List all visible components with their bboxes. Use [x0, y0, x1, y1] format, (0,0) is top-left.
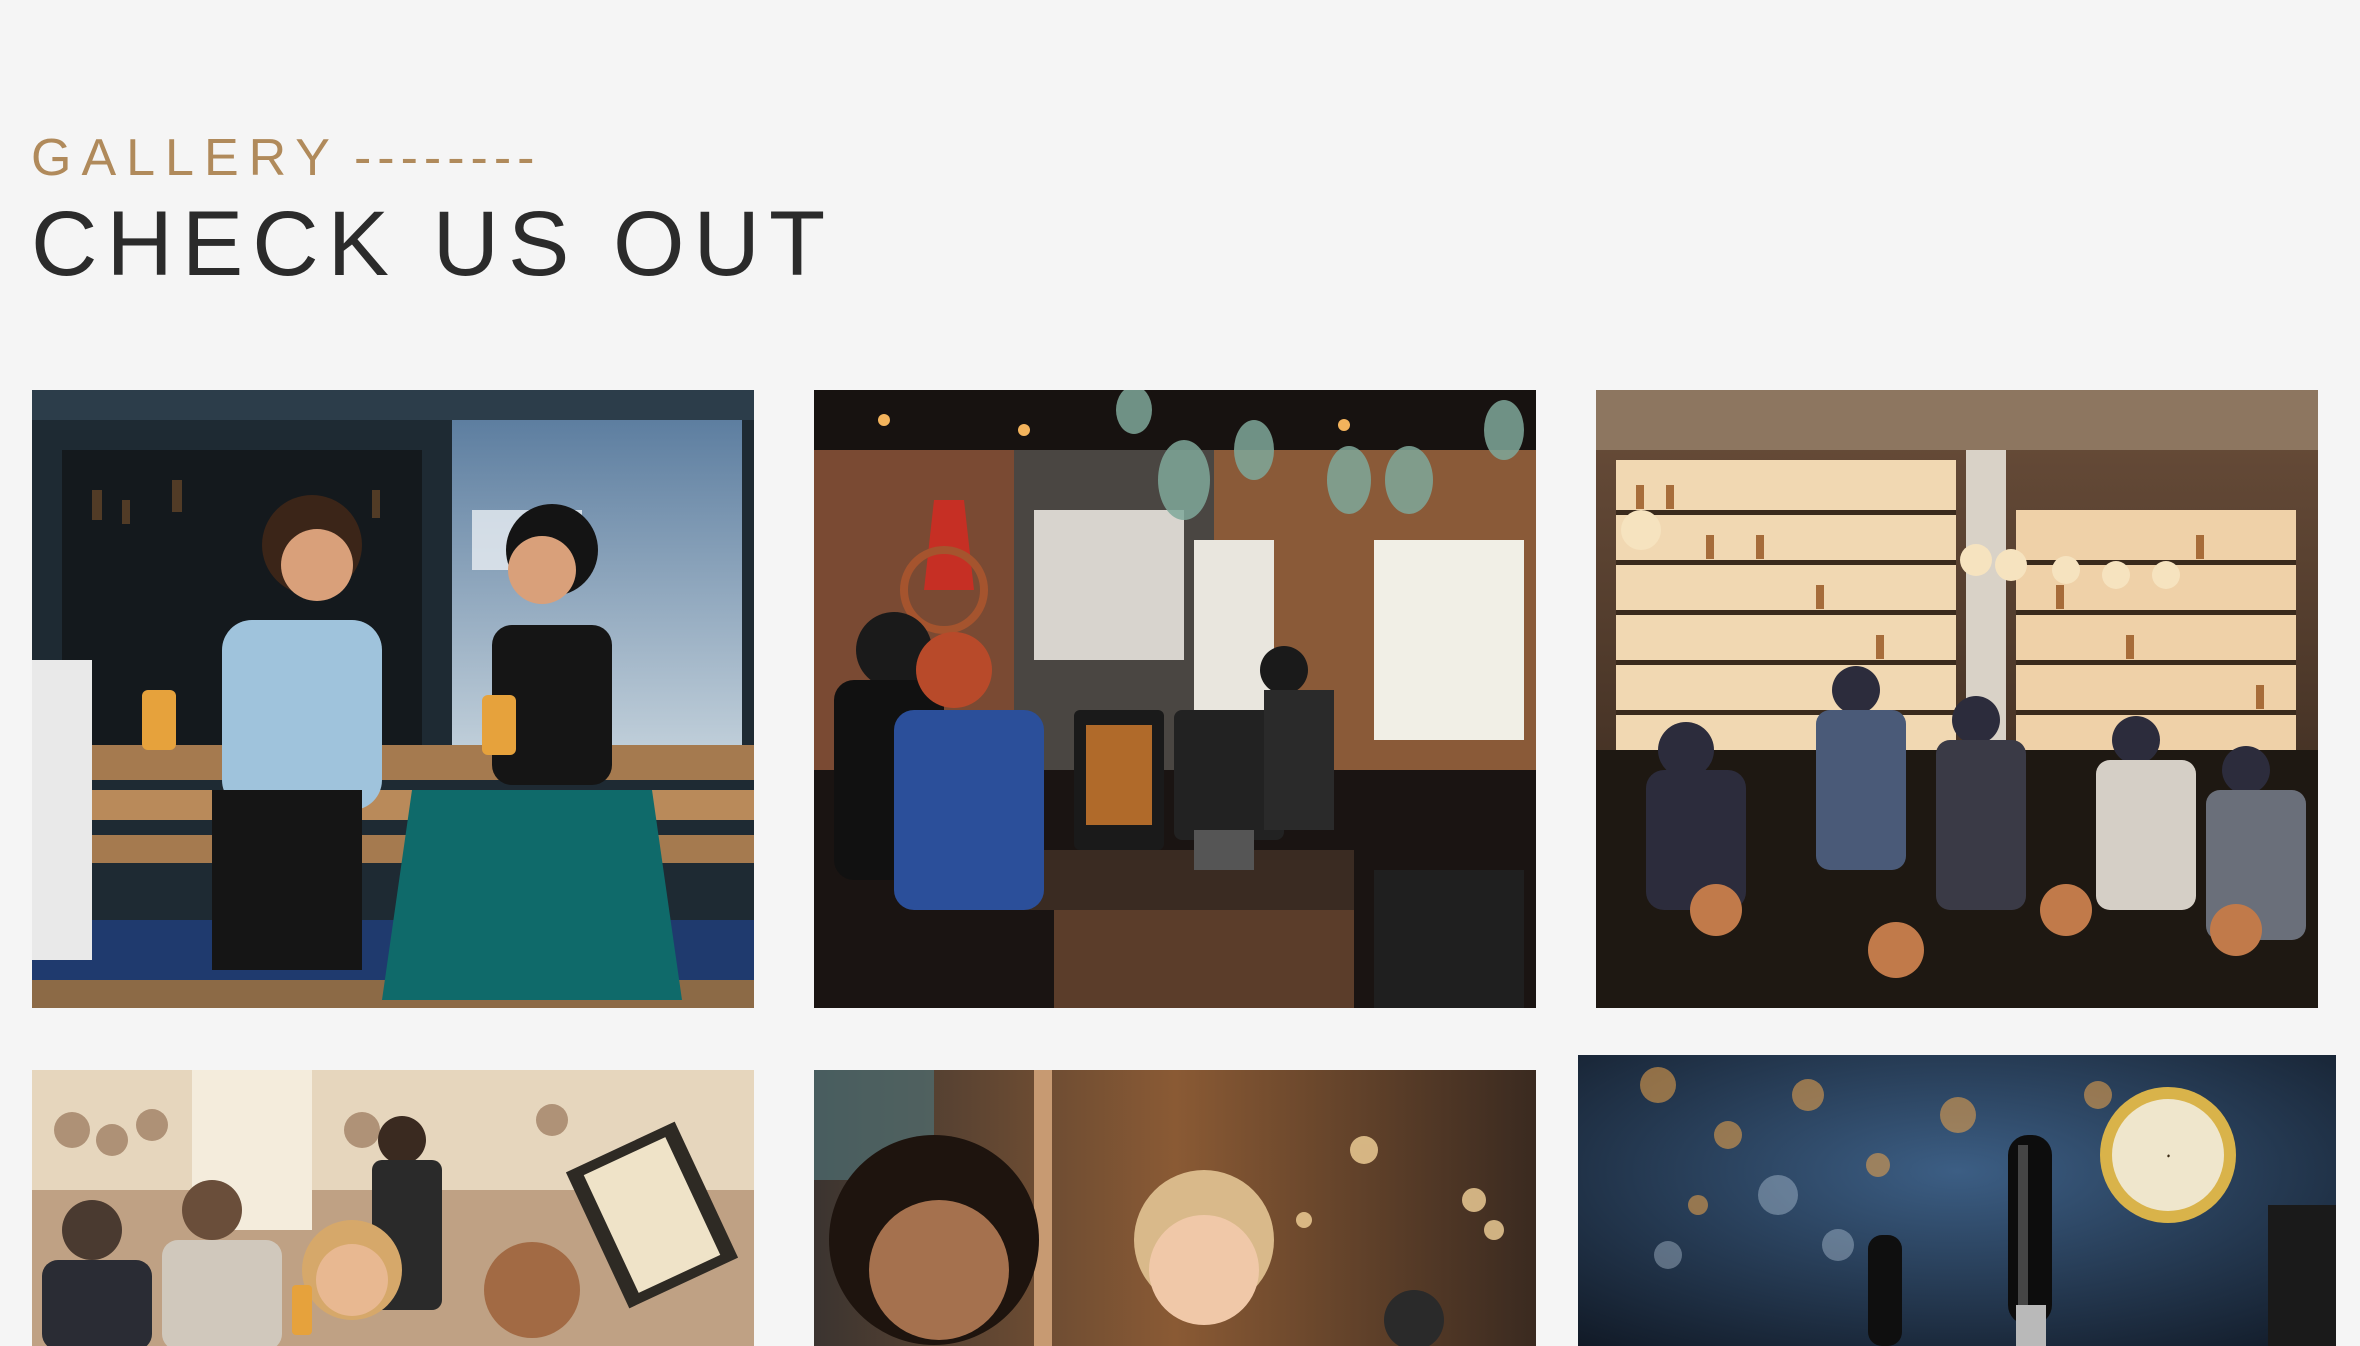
gallery-image-bar-counter[interactable]	[814, 390, 1536, 1008]
two-women-photo	[814, 1070, 1536, 1346]
gallery-image-two-women[interactable]	[814, 1070, 1536, 1346]
gallery-image-beer-taps[interactable]: ·	[1578, 1055, 2336, 1346]
gallery-image-crowded-patio[interactable]	[32, 1070, 754, 1346]
cocktail-bar-photo	[1596, 390, 2318, 1008]
gallery-image-friends-laughing[interactable]	[32, 390, 754, 1008]
bar-counter-photo	[814, 390, 1536, 1008]
beer-taps-photo: ·	[1578, 1055, 2336, 1346]
friends-laughing-photo	[32, 390, 754, 1008]
eyebrow-label: GALLERY	[31, 129, 340, 187]
crowded-patio-photo	[32, 1070, 754, 1346]
gallery-image-cocktail-bar[interactable]	[1596, 390, 2318, 1008]
gallery-section: GALLERY -------- CHECK US OUT ·	[0, 0, 2360, 1346]
eyebrow-dash-divider: --------	[353, 129, 541, 187]
section-eyebrow: GALLERY --------	[31, 128, 540, 188]
section-title: CHECK US OUT	[31, 193, 835, 295]
